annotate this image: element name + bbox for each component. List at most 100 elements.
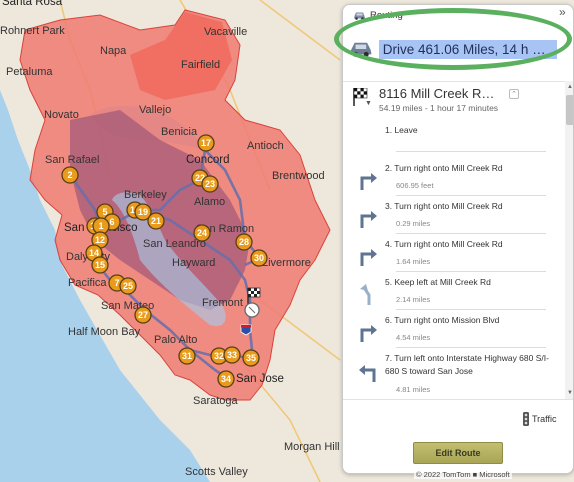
expand-caret-icon[interactable]: ▼ (365, 100, 372, 107)
direction-step-text: 1. Leave (385, 125, 418, 135)
start-pin-icon[interactable] (244, 302, 260, 318)
scroll-thumb[interactable] (566, 95, 573, 125)
traffic-toggle[interactable]: Traffic (523, 412, 557, 426)
direction-step-text: 6. Turn right onto Mission Blvd (385, 315, 500, 325)
stop-marker[interactable]: 23 (201, 175, 219, 193)
direction-step-text: 3. Turn right onto Mill Creek Rd (385, 201, 503, 211)
step-divider (396, 271, 546, 272)
city-label-fremont: Fremont (202, 297, 243, 309)
map-copyright: © 2022 TomTom ■ Microsoft (414, 470, 512, 479)
direction-step-text: 4. Turn right onto Mill Creek Rd (385, 239, 503, 249)
stop-marker[interactable]: 2 (61, 166, 79, 184)
city-label-hayward: Hayward (172, 257, 215, 269)
city-label-palo-alto: Palo Alto (154, 334, 197, 346)
stop-marker-label: 2 (67, 170, 72, 180)
stop-marker-label: 32 (214, 351, 224, 361)
stop-marker[interactable]: 33 (223, 346, 241, 364)
step-divider (396, 195, 546, 196)
city-label-berkeley: Berkeley (124, 189, 167, 201)
stop-marker-label: 30 (254, 253, 264, 263)
city-label-livermore: Livermore (262, 257, 311, 269)
collapse-panel-icon[interactable]: » (559, 5, 566, 19)
city-label-san-rafael: San Rafael (45, 154, 99, 166)
routing-tab-label: Routing (370, 10, 403, 21)
direction-step-distance: 606.95 feet (396, 181, 434, 190)
city-label-half-moon-bay: Half Moon Bay (68, 326, 141, 338)
city-label-morgan-hill: Morgan Hill (284, 441, 340, 453)
stop-marker-label: 14 (89, 248, 99, 258)
city-label-scotts-valley: Scotts Valley (185, 466, 248, 478)
city-label-rohnert-park: Rohnert Park (0, 25, 65, 37)
city-label-benicia: Benicia (161, 126, 198, 138)
step-divider (396, 309, 546, 310)
destination-subtitle: 54.19 miles - 1 hour 17 minutes (379, 103, 499, 113)
direction-step[interactable]: 2. Turn right onto Mill Creek Rd 606.95 … (343, 159, 565, 197)
city-label-novato: Novato (44, 109, 79, 121)
turn-right-icon (360, 325, 377, 342)
stop-marker-label: 7 (114, 278, 119, 288)
stop-marker[interactable]: 15 (91, 256, 109, 274)
stop-marker[interactable]: 25 (119, 277, 137, 295)
stop-marker[interactable]: 30 (250, 249, 268, 267)
directions-list: 1. Leave 2. Turn right onto Mill Creek R… (343, 117, 565, 399)
direction-step-distance: 0.29 miles (396, 219, 431, 228)
route-panel: Routing Drive 461.06 Miles, 14 h 12 m ▼ … (342, 4, 574, 474)
stop-marker-label: 34 (221, 374, 231, 384)
city-label-santa-rosa: Santa Rosa (2, 0, 63, 8)
city-label-petaluma: Petaluma (6, 66, 53, 78)
direction-step-distance: 2.14 miles (396, 295, 431, 304)
stop-marker[interactable]: 28 (235, 233, 253, 251)
stop-marker-label: 27 (138, 310, 148, 320)
turn-right-icon (360, 211, 377, 228)
route-summary[interactable]: Drive 461.06 Miles, 14 h 12 m (347, 32, 557, 66)
stop-marker-label: 23 (205, 179, 215, 189)
destination-header[interactable]: ▼ 8116 Mill Creek Road ⌃ 54.19 miles - 1… (343, 81, 573, 117)
direction-step[interactable]: 6. Turn right onto Mission Blvd 4.54 mil… (343, 311, 565, 349)
city-label-fairfield: Fairfield (181, 59, 220, 71)
stop-marker-label: 35 (246, 353, 256, 363)
stop-marker-label: 6 (109, 217, 114, 227)
turn-left-icon (359, 365, 376, 382)
stop-marker-label: 19 (138, 207, 148, 217)
scroll-up-icon[interactable]: ▲ (566, 83, 573, 91)
stop-marker[interactable]: 31 (178, 347, 196, 365)
direction-step[interactable]: 4. Turn right onto Mill Creek Rd 1.64 mi… (343, 235, 565, 273)
stop-marker-label: 28 (239, 237, 249, 247)
city-label-alamo: Alamo (194, 196, 225, 208)
destination-options-icon[interactable]: ⌃ (509, 89, 519, 99)
direction-step[interactable]: 1. Leave (343, 121, 565, 159)
step-divider (396, 151, 546, 152)
city-label-saratoga: Saratoga (193, 395, 239, 407)
stop-marker[interactable]: 24 (193, 224, 211, 242)
direction-step[interactable]: 7. Turn left onto Interstate Highway 680… (343, 349, 565, 399)
car-icon (354, 12, 365, 20)
stop-marker-label: 33 (227, 350, 237, 360)
stop-marker-label: 24 (197, 228, 207, 238)
stop-marker[interactable]: 27 (134, 306, 152, 324)
scroll-down-icon[interactable]: ▼ (566, 389, 573, 397)
car-icon (350, 42, 372, 57)
city-label-vallejo: Vallejo (139, 104, 171, 116)
directions-scrollbar[interactable]: ▲ ▼ (565, 81, 573, 399)
turn-right-icon (360, 173, 377, 190)
direction-step-distance: 1.64 miles (396, 257, 431, 266)
stop-marker[interactable]: 17 (197, 134, 215, 152)
city-label-san-jose: San Jose (236, 373, 284, 385)
direction-step[interactable]: 3. Turn right onto Mill Creek Rd 0.29 mi… (343, 197, 565, 235)
direction-step[interactable]: 5. Keep left at Mill Creek Rd 2.14 miles (343, 273, 565, 311)
direction-step-text: 5. Keep left at Mill Creek Rd (385, 277, 491, 287)
stop-marker-label: 31 (182, 351, 192, 361)
stop-marker[interactable]: 35 (242, 349, 260, 367)
stop-marker-label: 12 (95, 235, 105, 245)
route-panel-header: Routing Drive 461.06 Miles, 14 h 12 m (343, 5, 573, 79)
routing-tab[interactable]: Routing (353, 10, 403, 21)
keep-left-icon (360, 284, 371, 305)
stop-marker[interactable]: 21 (147, 212, 165, 230)
stop-marker[interactable]: 34 (217, 370, 235, 388)
route-panel-footer: Traffic Edit Route (343, 399, 573, 473)
city-label-san-leandro: San Leandro (143, 238, 206, 250)
edit-route-button[interactable]: Edit Route (413, 442, 503, 464)
city-label-brentwood: Brentwood (272, 170, 325, 182)
traffic-label: Traffic (532, 414, 557, 424)
city-label-antioch: Antioch (247, 140, 284, 152)
